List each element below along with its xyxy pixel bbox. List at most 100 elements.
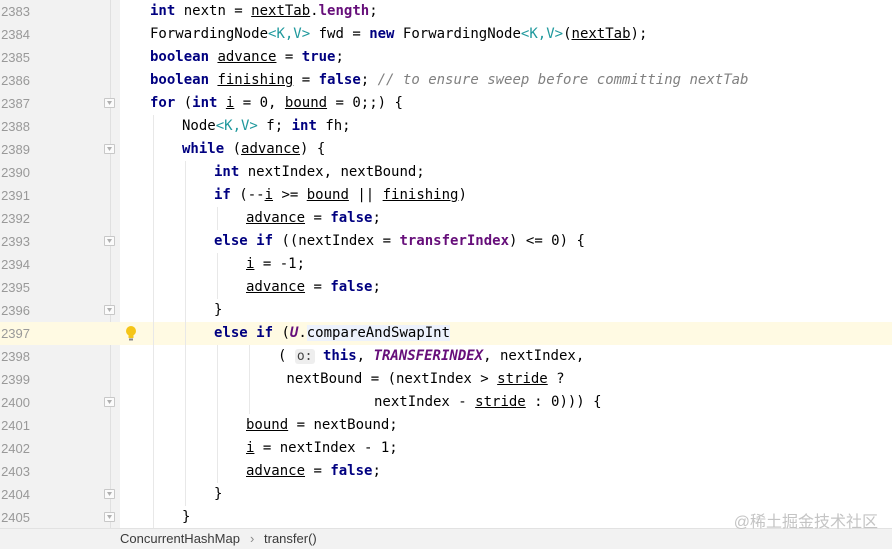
code-line[interactable]: 2396} xyxy=(0,299,892,322)
code-token: finishing xyxy=(217,72,294,88)
line-number[interactable]: 2399 xyxy=(0,368,30,391)
code-text[interactable]: nextBound = (nextIndex > stride ? xyxy=(278,368,564,391)
code-line[interactable]: 2394 i = -1; xyxy=(0,253,892,276)
code-text[interactable]: bound = nextBound; xyxy=(246,414,398,437)
code-line[interactable]: 2392 advance = false; xyxy=(0,207,892,230)
line-number[interactable]: 2389 xyxy=(0,138,30,161)
code-token: else xyxy=(214,325,248,341)
code-line[interactable]: 2402 i = nextIndex - 1; xyxy=(0,437,892,460)
code-text[interactable]: advance = false; xyxy=(246,276,381,299)
code-line[interactable]: 2386 boolean finishing = false; // to ens… xyxy=(0,69,892,92)
code-text[interactable]: else if ((nextIndex = transferIndex) <= … xyxy=(214,230,585,253)
code-line[interactable]: 2393 else if ((nextIndex = transferIndex)… xyxy=(0,230,892,253)
code-token: = xyxy=(293,72,319,88)
code-token: if xyxy=(256,233,274,249)
code-token: <K,V> xyxy=(268,26,311,42)
line-number[interactable]: 2396 xyxy=(0,299,30,322)
code-text[interactable]: else if (U.compareAndSwapInt xyxy=(214,322,451,345)
code-token: ) { xyxy=(300,141,326,157)
code-token: nextBound = (nextIndex > xyxy=(278,371,498,387)
code-line[interactable]: 2400 nextIndex - stride : 0))) { xyxy=(0,391,892,414)
code-token: int xyxy=(192,95,218,111)
code-line[interactable]: 2403 advance = false; xyxy=(0,460,892,483)
code-text[interactable]: Node<K,V> f; int fh; xyxy=(182,115,351,138)
code-token: TRANSFERINDEX xyxy=(373,348,484,364)
code-line[interactable]: 2385 boolean advance = true; xyxy=(0,46,892,69)
code-text[interactable]: while (advance) { xyxy=(182,138,325,161)
code-text[interactable]: nextIndex - stride : 0))) { xyxy=(374,391,602,414)
line-number[interactable]: 2388 xyxy=(0,115,30,138)
code-token: f; xyxy=(257,118,292,134)
line-number[interactable]: 2398 xyxy=(0,345,30,368)
code-line[interactable]: 2401 bound = nextBound; xyxy=(0,414,892,437)
code-text[interactable]: } xyxy=(182,506,190,528)
code-text[interactable]: int nextn = nextTab.length; xyxy=(150,0,378,23)
code-line[interactable]: 2395 advance = false; xyxy=(0,276,892,299)
line-number[interactable]: 2400 xyxy=(0,391,30,414)
code-text[interactable]: boolean advance = true; xyxy=(150,46,344,69)
code-text[interactable]: for (int i = 0, bound = 0;;) { xyxy=(150,92,403,115)
code-text[interactable]: advance = false; xyxy=(246,207,381,230)
code-token: ; xyxy=(369,3,378,19)
code-line[interactable]: 2391 if (--i >= bound || finishing) xyxy=(0,184,892,207)
code-text[interactable]: advance = false; xyxy=(246,460,381,483)
line-number[interactable]: 2386 xyxy=(0,69,30,92)
code-line[interactable]: 2404} xyxy=(0,483,892,506)
fold-icon[interactable] xyxy=(104,144,115,154)
code-text[interactable]: } xyxy=(214,483,222,506)
line-number[interactable]: 2391 xyxy=(0,184,30,207)
code-text[interactable]: boolean finishing = false; // to ensure … xyxy=(150,69,749,92)
fold-icon[interactable] xyxy=(104,512,115,522)
fold-icon[interactable] xyxy=(104,489,115,499)
code-text[interactable]: int nextIndex, nextBound; xyxy=(214,161,425,184)
code-line[interactable]: 2383 int nextn = nextTab.length; xyxy=(0,0,892,23)
code-text[interactable]: i = nextIndex - 1; xyxy=(246,437,398,460)
breadcrumb-method[interactable]: transfer() xyxy=(264,529,317,549)
code-text[interactable]: ( o: this, TRANSFERINDEX, nextIndex, xyxy=(278,345,584,368)
breadcrumb-class[interactable]: ConcurrentHashMap xyxy=(120,529,240,549)
line-number[interactable]: 2385 xyxy=(0,46,30,69)
fold-icon[interactable] xyxy=(104,305,115,315)
code-text[interactable]: i = -1; xyxy=(246,253,305,276)
code-line[interactable]: 2384 ForwardingNode<K,V> fwd = new Forwar… xyxy=(0,23,892,46)
code-line[interactable]: 2397 else if (U.compareAndSwapInt xyxy=(0,322,892,345)
code-editor[interactable]: 2383 int nextn = nextTab.length; 2384 Forwa… xyxy=(0,0,892,528)
indent-guide xyxy=(217,253,218,299)
fold-icon[interactable] xyxy=(104,397,115,407)
code-line[interactable]: 2390 int nextIndex, nextBound; xyxy=(0,161,892,184)
line-number[interactable]: 2393 xyxy=(0,230,30,253)
line-number[interactable]: 2387 xyxy=(0,92,30,115)
code-line[interactable]: 2398 ( o: this, TRANSFERINDEX, nextIndex, xyxy=(0,345,892,368)
code-token: <K,V> xyxy=(215,118,258,134)
code-token: int xyxy=(291,118,317,134)
line-number[interactable]: 2401 xyxy=(0,414,30,437)
code-line[interactable]: 2388 Node<K,V> f; int fh; xyxy=(0,115,892,138)
fold-icon[interactable] xyxy=(104,236,115,246)
line-number[interactable]: 2404 xyxy=(0,483,30,506)
code-line[interactable]: 2399 nextBound = (nextIndex > stride ? xyxy=(0,368,892,391)
code-token: false xyxy=(318,72,361,88)
line-number[interactable]: 2402 xyxy=(0,437,30,460)
line-number[interactable]: 2384 xyxy=(0,23,30,46)
line-number[interactable]: 2394 xyxy=(0,253,30,276)
line-number[interactable]: 2397 xyxy=(0,322,30,345)
code-token: nextIndex - xyxy=(374,394,476,410)
code-token: . xyxy=(310,3,319,19)
code-token: = xyxy=(305,279,331,295)
code-line[interactable]: 2387 for (int i = 0, bound = 0;;) { xyxy=(0,92,892,115)
indent-guide xyxy=(249,345,250,414)
line-number[interactable]: 2395 xyxy=(0,276,30,299)
line-number[interactable]: 2405 xyxy=(0,506,30,528)
code-text[interactable]: if (--i >= bound || finishing) xyxy=(214,184,467,207)
lightbulb-icon[interactable] xyxy=(124,325,138,342)
line-number[interactable]: 2403 xyxy=(0,460,30,483)
code-text[interactable]: } xyxy=(214,299,222,322)
code-text[interactable]: ForwardingNode<K,V> fwd = new Forwarding… xyxy=(150,23,647,46)
fold-icon[interactable] xyxy=(104,98,115,108)
code-line[interactable]: 2389 while (advance) { xyxy=(0,138,892,161)
line-number[interactable]: 2383 xyxy=(0,0,30,23)
line-number[interactable]: 2390 xyxy=(0,161,30,184)
line-number[interactable]: 2392 xyxy=(0,207,30,230)
code-token: Node xyxy=(182,118,216,134)
